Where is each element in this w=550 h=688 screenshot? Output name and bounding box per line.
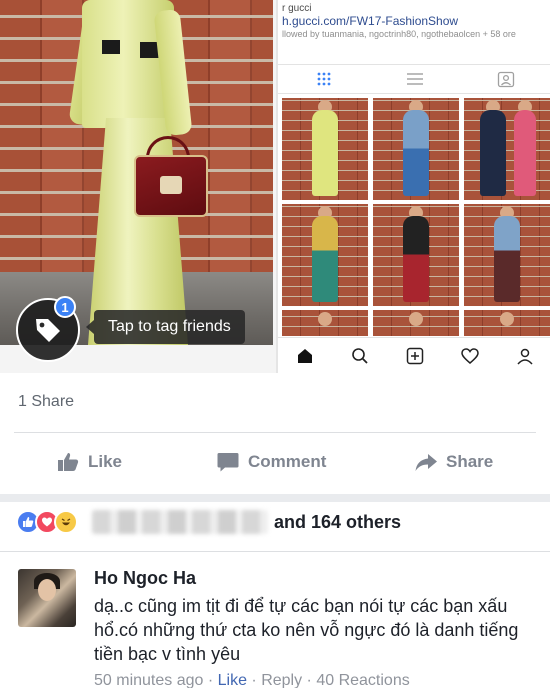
comment-author[interactable]: Ho Ngoc Ha	[94, 568, 196, 589]
reaction-icons[interactable]	[16, 510, 78, 534]
home-icon	[298, 348, 313, 363]
followed-by-text: llowed by tuanmania, ngoctrinh80, ngothe…	[282, 29, 516, 39]
grid-icon	[317, 72, 331, 86]
meta-separator: ·	[302, 672, 317, 688]
section-separator	[0, 494, 550, 502]
post-image[interactable]: 1 Tap to tag friends r gucci h.gucci.com…	[0, 0, 550, 373]
grid-photo	[282, 98, 368, 200]
grid-photo	[373, 98, 459, 200]
comment-label: Comment	[248, 452, 327, 471]
comment-like-link[interactable]: Like	[218, 672, 247, 688]
fashion-photo	[0, 0, 273, 345]
comment-text: dạ..c cũng im tịt đi để tự các bạn nói t…	[94, 596, 519, 664]
comment-reactions-link[interactable]: 40 Reactions	[316, 672, 409, 688]
thumbs-up-icon	[58, 453, 79, 471]
grid-photo	[282, 204, 368, 306]
tag-count-badge: 1	[54, 296, 76, 318]
grid-photo	[282, 310, 368, 336]
share-arrow-icon	[415, 454, 437, 471]
like-label: Like	[88, 452, 123, 471]
add-post-icon	[406, 347, 424, 364]
reaction-count[interactable]: and 164 others	[274, 510, 401, 534]
embedded-profile-screenshot: r gucci h.gucci.com/FW17-FashionShow llo…	[276, 0, 550, 373]
grid-photo	[373, 310, 459, 336]
grid-view-tab	[278, 65, 369, 93]
blurred-reactor-names	[92, 510, 268, 534]
nav-add	[388, 338, 443, 373]
profile-icon	[517, 348, 533, 365]
list-icon	[406, 73, 423, 85]
jacket-lapel	[102, 40, 120, 54]
share-button[interactable]: Share	[414, 450, 493, 474]
profile-url: h.gucci.com/FW17-FashionShow	[282, 14, 459, 28]
nav-activity	[442, 338, 497, 373]
profile-bottom-nav	[278, 337, 550, 373]
meta-separator: ·	[203, 672, 218, 688]
heart-icon	[461, 347, 479, 364]
comment-meta: 50 minutes ago · Like · Reply · 40 React…	[94, 672, 410, 688]
commenter-avatar[interactable]	[18, 569, 76, 627]
tag-friends-tooltip[interactable]: Tap to tag friends	[86, 310, 245, 344]
search-icon	[352, 347, 368, 364]
tag-icon	[36, 319, 60, 342]
profile-header: r gucci h.gucci.com/FW17-FashionShow llo…	[282, 2, 550, 41]
tagged-person-icon	[498, 71, 515, 88]
grid-photo	[464, 310, 550, 336]
divider	[0, 551, 550, 552]
grid-photo	[373, 204, 459, 306]
handbag-clasp	[160, 176, 182, 194]
nav-profile	[497, 338, 550, 373]
avatar-face	[38, 579, 56, 601]
nav-home	[278, 338, 333, 373]
comment-button[interactable]: Comment	[216, 450, 326, 474]
grid-photo	[464, 204, 550, 306]
profile-view-tabs	[278, 64, 550, 94]
comment-timestamp: 50 minutes ago	[94, 672, 204, 688]
photo-grid	[282, 98, 550, 336]
grid-photo	[464, 98, 550, 200]
divider	[14, 432, 536, 433]
post-action-bar: Like Comment Share	[0, 440, 550, 484]
comment-reply-link[interactable]: Reply	[261, 672, 302, 688]
list-view-tab	[369, 65, 460, 93]
share-label: Share	[446, 452, 494, 471]
nav-search	[333, 338, 388, 373]
like-button[interactable]: Like	[56, 450, 122, 474]
comment-icon	[217, 453, 239, 472]
share-count[interactable]: 1 Share	[18, 393, 74, 411]
tagged-view-tab	[461, 65, 550, 93]
haha-reaction-icon	[54, 510, 78, 534]
meta-separator: ·	[246, 672, 262, 688]
